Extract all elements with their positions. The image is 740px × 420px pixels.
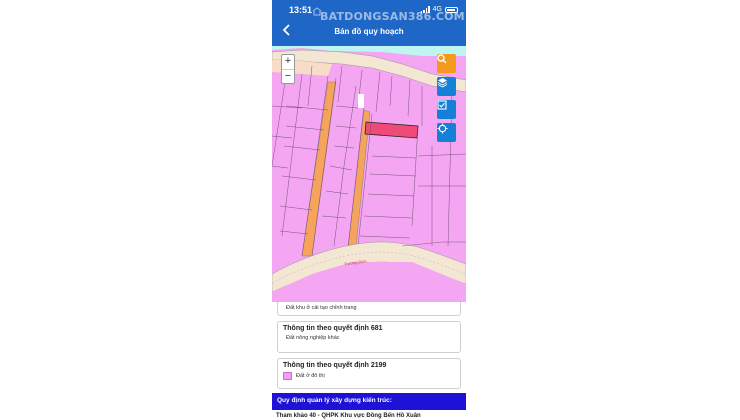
decision-2199-title: Thông tin theo quyết định 2199 [283, 362, 387, 369]
info-card-2199: Thông tin theo quyết định 2199 Đất ở đô … [277, 358, 461, 389]
section-header: Quy định quản lý xây dựng kiến trúc: [272, 393, 466, 410]
decision-681-text: Đất nông nghiệp khác [286, 335, 340, 341]
checkbox-icon [437, 100, 447, 110]
search-icon [437, 54, 447, 64]
planning-map[interactable]: + − Trương Định [272, 46, 466, 302]
zoom-out-button[interactable]: − [282, 69, 294, 83]
search-button[interactable] [437, 54, 456, 73]
app-header: 13:51 4G BATDONGSAN386.COM Bản đồ quy ho… [272, 0, 466, 46]
highlighted-lot [364, 121, 419, 139]
current-zone-text: Đất khu ở cải tạo chỉnh trang [286, 305, 357, 311]
blank-lot [358, 94, 364, 108]
crosshair-icon [437, 123, 448, 134]
locate-button[interactable] [437, 123, 456, 142]
phone-screen: 13:51 4G BATDONGSAN386.COM Bản đồ quy ho… [272, 0, 466, 420]
info-card-681: Thông tin theo quyết định 681 Đất nông n… [277, 321, 461, 353]
page-title: Bản đồ quy hoạch [334, 27, 404, 36]
status-time: 13:51 [289, 5, 313, 15]
reference-text[interactable]: Tham khảo 40 - QHPK Khu vực Đồng Bến Hồ … [276, 413, 421, 419]
legend-swatch [283, 372, 292, 380]
layers-icon [437, 78, 448, 88]
decision-681-title: Thông tin theo quyết định 681 [283, 325, 383, 332]
watermark-logo: BATDONGSAN386.COM [320, 10, 465, 23]
checklist-button[interactable] [437, 100, 456, 119]
zoom-control: + − [281, 54, 295, 84]
info-card-current: Đất khu ở cải tạo chỉnh trang [277, 302, 461, 316]
legend-label: Đất ở đô thị [296, 373, 325, 379]
layers-button[interactable] [437, 77, 456, 96]
zoom-in-button[interactable]: + [282, 55, 294, 69]
legend-row: Đất ở đô thị [278, 369, 460, 380]
